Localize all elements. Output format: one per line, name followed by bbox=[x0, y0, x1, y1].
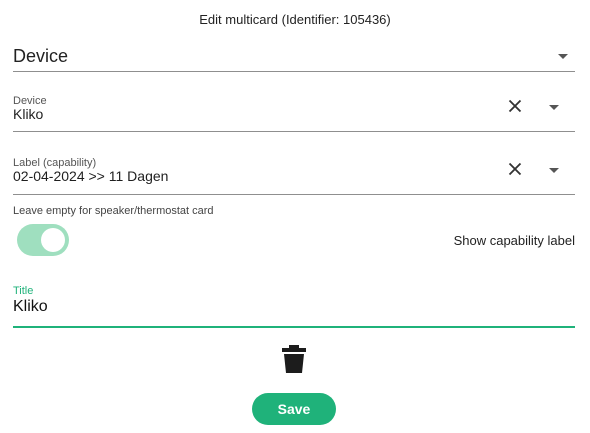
title-input[interactable]: Kliko bbox=[13, 298, 48, 316]
close-icon[interactable] bbox=[504, 95, 526, 117]
dialog-title: Edit multicard (Identifier: 105436) bbox=[199, 12, 391, 27]
type-select-value: Device bbox=[13, 46, 69, 66]
chevron-down-icon[interactable] bbox=[549, 168, 559, 173]
chevron-down-icon[interactable] bbox=[558, 54, 568, 59]
trash-icon[interactable] bbox=[281, 344, 307, 374]
close-icon[interactable] bbox=[504, 158, 526, 180]
toggle-thumb[interactable] bbox=[41, 228, 65, 252]
title-field-label: Title bbox=[13, 285, 34, 297]
show-capability-label: Show capability label bbox=[453, 233, 575, 248]
type-select[interactable]: Device bbox=[13, 40, 575, 72]
title-field[interactable]: Title Kliko bbox=[13, 283, 575, 328]
device-select-value: Kliko bbox=[13, 106, 44, 122]
capability-select-value: 02-04-2024 >> 11 Dagen bbox=[13, 168, 169, 184]
device-select[interactable]: Device Kliko bbox=[13, 90, 575, 132]
capability-select[interactable]: Label (capability) 02-04-2024 >> 11 Dage… bbox=[13, 152, 575, 195]
chevron-down-icon[interactable] bbox=[549, 105, 559, 110]
save-button[interactable]: Save bbox=[252, 393, 336, 425]
hint-text: Leave empty for speaker/thermostat card bbox=[13, 205, 214, 217]
show-capability-toggle[interactable] bbox=[17, 224, 69, 256]
